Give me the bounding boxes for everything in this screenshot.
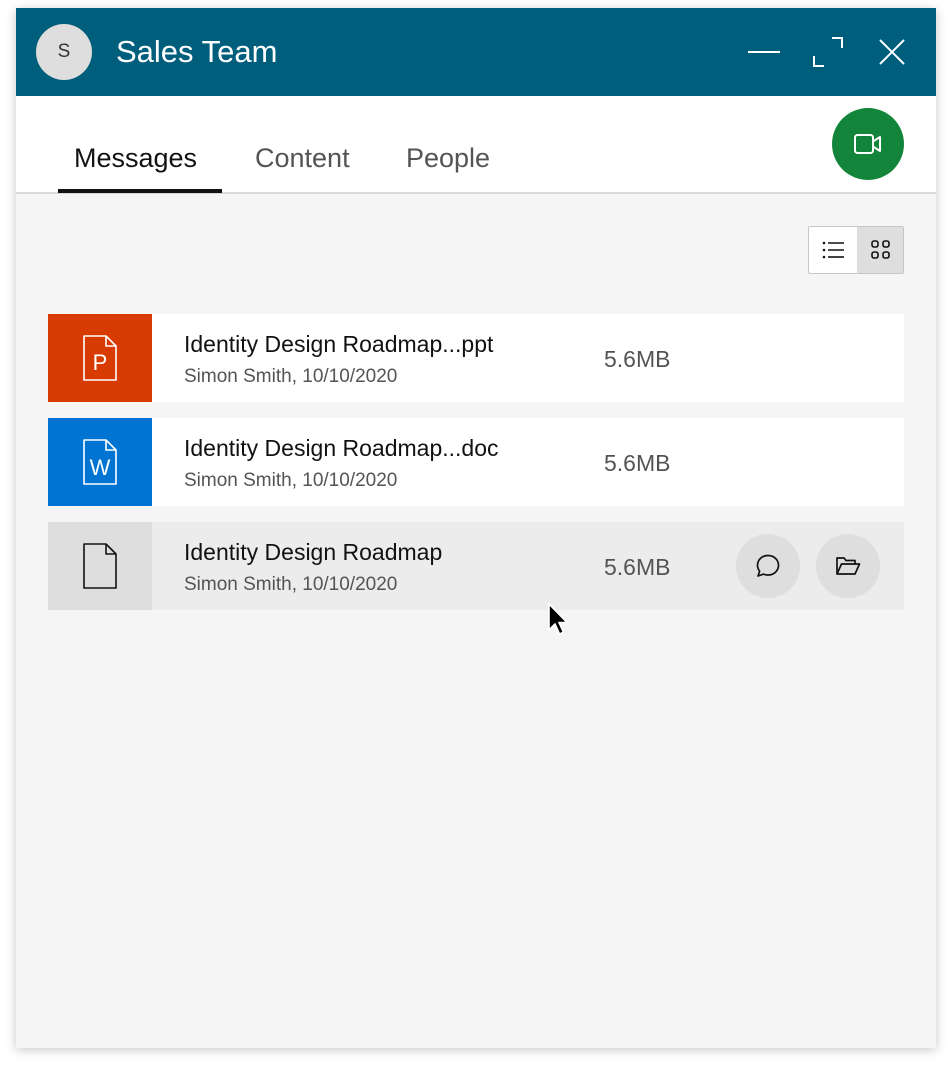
file-thumbnail [48,522,152,610]
comment-button[interactable] [736,534,800,598]
file-meta: Simon Smith, 10/10/2020 [184,574,398,595]
tab-bar: Messages Content People [16,96,936,194]
video-camera-icon [854,134,881,154]
file-size: 5.6MB [604,346,671,372]
file-size: 5.6MB [604,450,671,476]
file-row[interactable]: W Identity Design Roadmap...doc Simon Sm… [48,418,904,506]
generic-file-icon [83,543,117,589]
tab-messages[interactable]: Messages [74,142,197,174]
file-row[interactable]: P Identity Design Roadmap...ppt Simon Sm… [48,314,904,402]
active-tab-indicator [58,189,222,193]
open-folder-button[interactable] [816,534,880,598]
close-icon [879,39,905,65]
video-call-button[interactable] [832,108,904,180]
grid-view-button[interactable] [857,227,903,273]
space-title: Sales Team [116,34,278,69]
file-meta: Simon Smith, 10/10/2020 [184,366,398,387]
tab-people[interactable]: People [406,142,490,174]
file-row[interactable]: Identity Design Roadmap Simon Smith, 10/… [48,522,904,610]
svg-text:W: W [90,455,111,480]
list-view-button[interactable] [809,227,856,273]
space-window: S Sales Team Messages Content People P I… [16,8,936,1048]
list-view-icon [822,241,844,259]
tab-content[interactable]: Content [255,142,350,174]
svg-text:P: P [93,350,108,375]
file-name: Identity Design Roadmap...doc [184,435,499,461]
minimize-icon [748,51,780,53]
maximize-button[interactable] [808,32,848,72]
powerpoint-file-icon: P [83,335,117,381]
close-button[interactable] [872,32,912,72]
open-folder-icon [836,557,861,575]
file-meta: Simon Smith, 10/10/2020 [184,470,398,491]
file-thumbnail: W [48,418,152,506]
word-file-icon: W [83,439,117,485]
file-thumbnail: P [48,314,152,402]
maximize-icon [813,37,843,67]
title-bar: S Sales Team [16,8,936,96]
chat-bubble-icon [756,554,780,577]
view-toggle [808,226,904,274]
minimize-button[interactable] [744,32,784,72]
file-name: Identity Design Roadmap...ppt [184,331,494,357]
file-name: Identity Design Roadmap [184,539,443,565]
avatar[interactable]: S [36,24,92,80]
mouse-cursor-icon [547,602,571,643]
grid-view-icon [871,240,890,259]
file-size: 5.6MB [604,554,671,580]
